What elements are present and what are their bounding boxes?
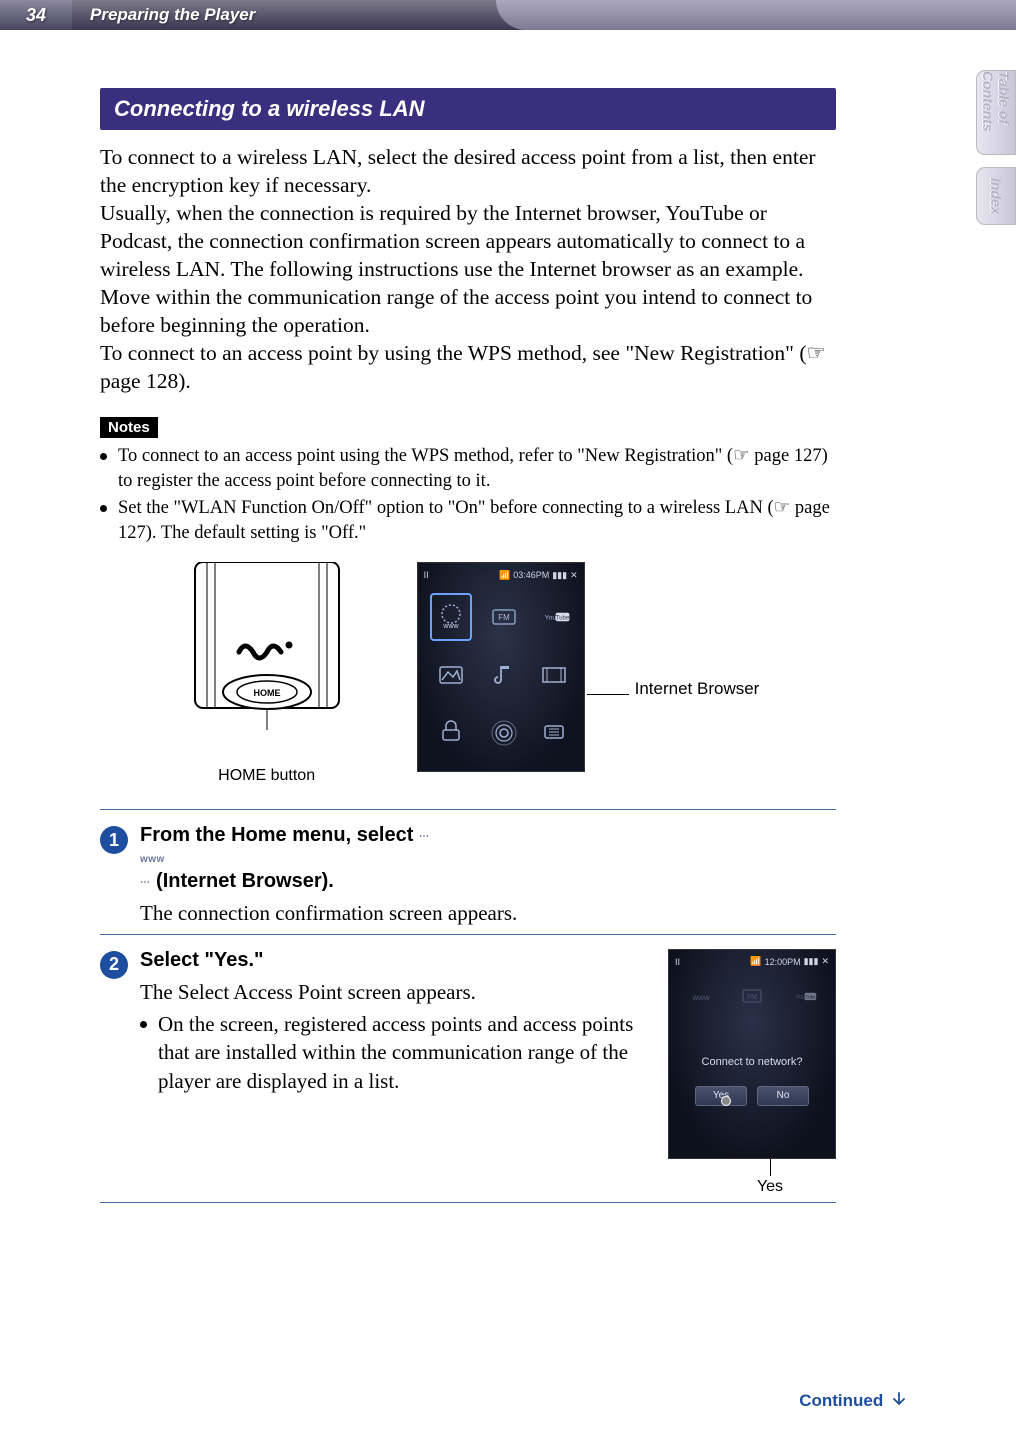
statusbar-wlan-icon: 📶 xyxy=(499,570,510,581)
svg-text:HOME: HOME xyxy=(253,688,280,698)
statusbar-battery-icon: ▮▮▮ xyxy=(804,956,819,967)
step-2-line1: The Select Access Point screen appears. xyxy=(140,978,638,1006)
noise-cancel-icon[interactable] xyxy=(486,709,522,757)
callout-line xyxy=(770,1156,771,1176)
photos-icon[interactable] xyxy=(430,651,472,699)
dialog-text: Connect to network? xyxy=(702,1056,803,1068)
yes-label: Yes xyxy=(704,1178,836,1196)
figure-confirm-wrap: II 📶 12:00PM ▮▮▮ ✕ www FM YouTube xyxy=(668,949,836,1196)
statusbar-play-icon: II xyxy=(675,957,680,967)
note-item: Set the "WLAN Function On/Off" option to… xyxy=(100,496,836,546)
dimmed-icon-row: www FM YouTube xyxy=(675,984,829,1008)
page-number: 34 xyxy=(0,0,72,30)
step-2-bullets: On the screen, registered access points … xyxy=(140,1010,638,1095)
down-arrow-icon xyxy=(892,1392,906,1413)
statusbar-play-icon: II xyxy=(424,570,429,580)
step-separator xyxy=(100,809,836,810)
section-title: Connecting to a wireless LAN xyxy=(100,88,836,130)
svg-text:www: www xyxy=(691,993,710,1002)
statusbar-time: 03:46PM xyxy=(513,570,549,580)
music-icon[interactable] xyxy=(486,651,522,699)
intro-paragraph: To connect to a wireless LAN, select the… xyxy=(100,144,836,395)
statusbar-battery-icon: ▮▮▮ xyxy=(552,570,567,581)
step-number: 2 xyxy=(100,951,128,979)
side-tabs: Table of Contents Index xyxy=(976,70,1016,237)
fm-radio-icon[interactable]: FM xyxy=(486,593,522,641)
svg-text:Tube: Tube xyxy=(555,616,569,622)
notes-label: Notes xyxy=(100,417,158,438)
dialog-area: Connect to network? Yes No xyxy=(675,1008,829,1154)
notes-list: To connect to an access point using the … xyxy=(100,444,836,546)
figure-screen-wrap: II 📶 03:46PM ▮▮▮ ✕ www FM xyxy=(417,562,760,772)
note-item: To connect to an access point using the … xyxy=(100,444,836,494)
svg-text:You: You xyxy=(796,994,806,1000)
internet-browser-icon[interactable]: www xyxy=(430,593,472,641)
continued-text: Continued xyxy=(799,1391,883,1410)
figure-player: HOME HOME button xyxy=(177,562,357,785)
player-illustration: HOME xyxy=(177,562,357,760)
step-2-title: Select "Yes." xyxy=(140,949,638,972)
fm-radio-icon: FM xyxy=(738,984,766,1008)
step-1-title-pre: From the Home menu, select xyxy=(140,824,419,846)
step-2: 2 Select "Yes." The Select Access Point … xyxy=(100,949,836,1196)
svg-text:FM: FM xyxy=(747,993,758,1001)
svg-text:www: www xyxy=(442,623,459,630)
header-curve xyxy=(496,0,1016,30)
internet-browser-icon: www xyxy=(687,984,715,1008)
home-icon-grid: www FM YouTube xyxy=(424,583,578,767)
video-icon[interactable] xyxy=(536,651,572,699)
tab-index[interactable]: Index xyxy=(976,167,1016,225)
callout-line xyxy=(587,694,629,695)
step-number: 1 xyxy=(100,826,128,854)
page-content: Connecting to a wireless LAN To connect … xyxy=(0,30,1016,1203)
statusbar: II 📶 12:00PM ▮▮▮ ✕ xyxy=(675,954,829,970)
statusbar-time: 12:00PM xyxy=(765,957,801,967)
device-home-screen: II 📶 03:46PM ▮▮▮ ✕ www FM xyxy=(417,562,585,772)
statusbar-wlan-icon: 📶 xyxy=(750,956,761,967)
statusbar-close-icon: ✕ xyxy=(570,570,578,581)
cursor-icon xyxy=(721,1096,731,1106)
yes-callout: Yes xyxy=(704,1156,836,1196)
step-1-title-post: (Internet Browser). xyxy=(151,870,334,892)
step-separator xyxy=(100,1202,836,1203)
tab-toc-label: Table of Contents xyxy=(980,71,1012,154)
list-item: On the screen, registered access points … xyxy=(140,1010,638,1095)
step-1-title: From the Home menu, select ⋯www⋯ (Intern… xyxy=(140,824,836,893)
svg-text:You: You xyxy=(544,615,556,622)
svg-text:FM: FM xyxy=(498,613,510,622)
statusbar-close-icon: ✕ xyxy=(821,956,829,967)
youtube-icon: YouTube xyxy=(789,984,817,1008)
podcast-icon[interactable] xyxy=(430,709,472,757)
tab-index-label: Index xyxy=(988,178,1004,215)
youtube-icon[interactable]: YouTube xyxy=(536,593,572,641)
chapter-title: Preparing the Player xyxy=(90,5,255,25)
internet-browser-label: Internet Browser xyxy=(635,679,760,699)
continued-indicator: Continued xyxy=(799,1390,906,1411)
home-button-label: HOME button xyxy=(177,767,357,785)
svg-text:Tube: Tube xyxy=(806,995,817,1000)
tab-toc[interactable]: Table of Contents xyxy=(976,70,1016,155)
device-confirm-screen: II 📶 12:00PM ▮▮▮ ✕ www FM YouTube xyxy=(668,949,836,1159)
page-header: 34 Preparing the Player xyxy=(0,0,1016,30)
step-1-body: The connection confirmation screen appea… xyxy=(140,899,836,927)
settings-icon[interactable] xyxy=(536,709,572,757)
figures-row: HOME HOME button II 📶 03:46PM ▮▮▮ ✕ xyxy=(100,562,836,785)
dialog-buttons: Yes No xyxy=(675,1086,829,1106)
step-separator xyxy=(100,934,836,935)
step-1: 1 From the Home menu, select ⋯www⋯ (Inte… xyxy=(100,824,836,927)
statusbar: II 📶 03:46PM ▮▮▮ ✕ xyxy=(424,567,578,583)
no-button[interactable]: No xyxy=(757,1086,809,1106)
